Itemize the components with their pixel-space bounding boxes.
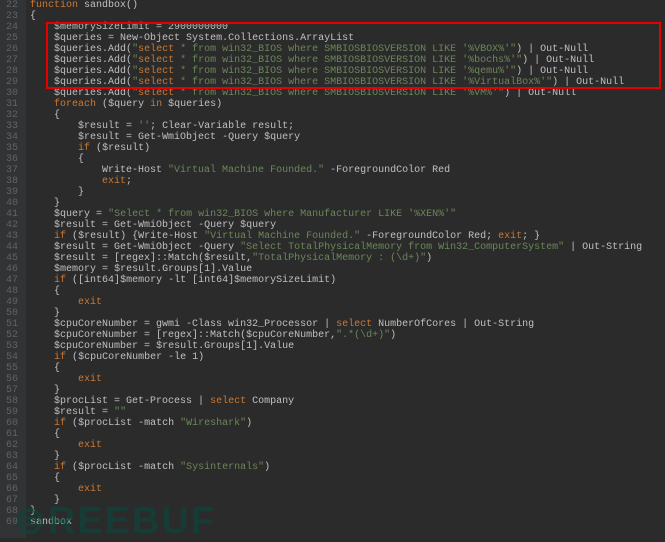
code-line[interactable]: { [30,154,665,165]
line-number: 56 [6,374,18,385]
line-number: 36 [6,154,18,165]
line-number: 68 [6,506,18,517]
code-line[interactable]: $queries.Add("select * from win32_BIOS w… [30,88,665,99]
line-number: 41 [6,209,18,220]
code-line[interactable]: $cpuCoreNumber = $result.Groups[1].Value [30,341,665,352]
code-line[interactable]: $cpuCoreNumber = [regex]::Match($cpuCore… [30,330,665,341]
code-line[interactable]: $queries.Add("select * from win32_BIOS w… [30,77,665,88]
line-number: 51 [6,319,18,330]
line-number: 47 [6,275,18,286]
code-line[interactable]: $queries.Add("select * from win32_BIOS w… [30,66,665,77]
code-line[interactable]: { [30,286,665,297]
line-number: 31 [6,99,18,110]
line-number: 24 [6,22,18,33]
line-number: 66 [6,484,18,495]
code-line[interactable]: { [30,110,665,121]
line-number: 23 [6,11,18,22]
code-line[interactable]: $query = "Select * from win32_BIOS where… [30,209,665,220]
code-line[interactable]: if ($result) [30,143,665,154]
code-line[interactable]: } [30,506,665,517]
line-number: 34 [6,132,18,143]
line-number: 60 [6,418,18,429]
line-number: 30 [6,88,18,99]
code-line[interactable]: $queries.Add("select * from win32_BIOS w… [30,55,665,66]
code-line[interactable]: exit [30,484,665,495]
line-number: 62 [6,440,18,451]
code-line[interactable]: if ($result) {Write-Host "Virtual Machin… [30,231,665,242]
code-line[interactable]: } [30,385,665,396]
code-line[interactable]: exit [30,374,665,385]
code-line[interactable]: $result = [regex]::Match($result,"TotalP… [30,253,665,264]
code-line[interactable]: $result = "" [30,407,665,418]
code-line[interactable]: $memorySizeLimit = 2900000000 [30,22,665,33]
code-line[interactable]: $result = ''; Clear-Variable result; [30,121,665,132]
line-number: 40 [6,198,18,209]
code-line[interactable]: exit [30,440,665,451]
line-number: 46 [6,264,18,275]
line-number: 39 [6,187,18,198]
code-line[interactable]: foreach ($query in $queries) [30,99,665,110]
code-line[interactable]: { [30,473,665,484]
code-line[interactable]: exit [30,297,665,308]
line-number: 50 [6,308,18,319]
line-number: 54 [6,352,18,363]
code-line[interactable]: } [30,451,665,462]
line-number: 35 [6,143,18,154]
line-number: 25 [6,33,18,44]
code-line[interactable]: } [30,198,665,209]
line-number: 42 [6,220,18,231]
line-number: 37 [6,165,18,176]
code-line[interactable]: $result = Get-WmiObject -Query $query [30,132,665,143]
line-number: 45 [6,253,18,264]
code-line[interactable]: $memory = $result.Groups[1].Value [30,264,665,275]
line-number: 22 [6,0,18,11]
code-area[interactable]: function sandbox(){ $memorySizeLimit = 2… [26,0,665,538]
line-number: 28 [6,66,18,77]
line-number: 69 [6,517,18,528]
code-line[interactable]: if ($procList -match "Sysinternals") [30,462,665,473]
line-number: 52 [6,330,18,341]
line-number: 55 [6,363,18,374]
code-line[interactable]: sandbox [30,517,665,528]
line-number: 26 [6,44,18,55]
code-line[interactable]: $procList = Get-Process | select Company [30,396,665,407]
line-number: 32 [6,110,18,121]
line-number: 64 [6,462,18,473]
line-number: 43 [6,231,18,242]
line-number: 57 [6,385,18,396]
code-line[interactable]: } [30,308,665,319]
line-number: 44 [6,242,18,253]
line-number: 61 [6,429,18,440]
line-number: 63 [6,451,18,462]
line-number: 65 [6,473,18,484]
code-line[interactable]: if ($procList -match "Wireshark") [30,418,665,429]
line-number: 59 [6,407,18,418]
code-line[interactable]: Write-Host "Virtual Machine Founded." -F… [30,165,665,176]
code-line[interactable]: { [30,11,665,22]
code-line[interactable]: function sandbox() [30,0,665,11]
code-line[interactable]: exit; [30,176,665,187]
line-number: 38 [6,176,18,187]
code-line[interactable]: } [30,187,665,198]
code-editor[interactable]: 2223242526272829303132333435363738394041… [0,0,665,538]
code-line[interactable]: { [30,429,665,440]
code-line[interactable]: $cpuCoreNumber = gwmi -Class win32_Proce… [30,319,665,330]
code-line[interactable]: if ($cpuCoreNumber -le 1) [30,352,665,363]
line-number: 29 [6,77,18,88]
code-line[interactable]: $queries.Add("select * from win32_BIOS w… [30,44,665,55]
line-number: 49 [6,297,18,308]
line-number: 33 [6,121,18,132]
code-line[interactable]: $result = Get-WmiObject -Query "Select T… [30,242,665,253]
code-line[interactable]: { [30,363,665,374]
line-number: 58 [6,396,18,407]
line-number-gutter: 2223242526272829303132333435363738394041… [0,0,26,538]
line-number: 48 [6,286,18,297]
line-number: 27 [6,55,18,66]
line-number: 53 [6,341,18,352]
code-line[interactable]: if ([int64]$memory -lt [int64]$memorySiz… [30,275,665,286]
code-line[interactable]: $queries = New-Object System.Collections… [30,33,665,44]
line-number: 67 [6,495,18,506]
code-line[interactable]: } [30,495,665,506]
code-line[interactable]: $result = Get-WmiObject -Query $query [30,220,665,231]
